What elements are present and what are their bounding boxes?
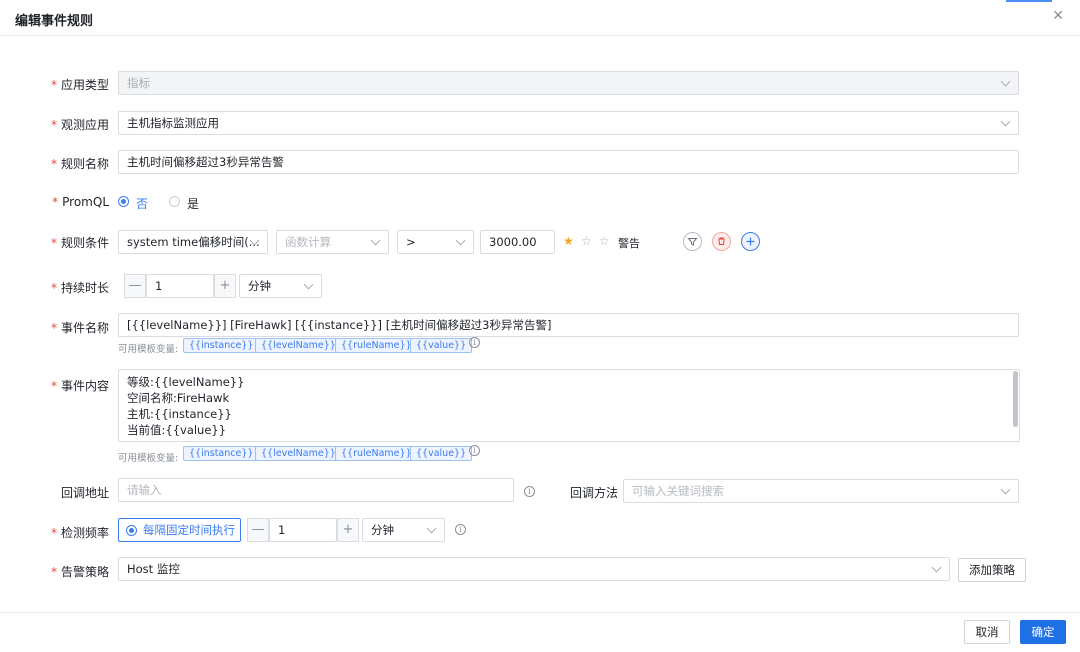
plus-circle-icon[interactable]	[741, 232, 760, 251]
edit-event-rule-dialog: 编辑事件规则 ✕ 应用类型 指标 观测应用 主机指标监测应用 规则名称 主机时间…	[0, 0, 1080, 652]
frequency-input[interactable]: 1	[269, 518, 337, 542]
cancel-button[interactable]: 取消	[964, 620, 1010, 644]
template-var-tag[interactable]: {{ruleName}}	[335, 446, 418, 461]
chevron-down-icon	[931, 562, 942, 573]
template-var-tag[interactable]: {{ruleName}}	[335, 338, 418, 353]
event-content-line: 主机:{{instance}}	[127, 407, 232, 421]
callback-url-label: 回调地址	[60, 486, 109, 500]
template-var-tag[interactable]: {{value}}	[410, 446, 473, 461]
operator-select[interactable]: >	[397, 230, 474, 254]
confirm-button[interactable]: 确定	[1020, 620, 1066, 644]
template-var-tag[interactable]: {{instance}}	[183, 446, 260, 461]
app-type-value: 指标	[127, 76, 150, 90]
promql-radio-no[interactable]	[118, 196, 129, 207]
callback-method-placeholder: 可输入关键词搜索	[632, 484, 724, 498]
frequency-unit-select[interactable]: 分钟	[362, 518, 445, 542]
template-var-tag[interactable]: {{levelName}}	[255, 446, 342, 461]
template-var-tag[interactable]: {{levelName}}	[255, 338, 342, 353]
template-var-tag[interactable]: {{value}}	[410, 338, 473, 353]
trash-icon[interactable]	[712, 232, 731, 251]
dialog-title: 编辑事件规则	[15, 14, 94, 29]
promql-option-yes[interactable]: 是	[187, 195, 199, 212]
callback-method-select[interactable]: 可输入关键词搜索	[623, 479, 1019, 503]
chevron-down-icon	[455, 235, 466, 246]
alert-policy-value: Host 监控	[127, 562, 180, 576]
star-filled-icon[interactable]: ★	[563, 235, 574, 247]
rule-name-input[interactable]: 主机时间偏移超过3秒异常告警	[118, 150, 1019, 174]
chevron-down-icon	[303, 279, 314, 290]
function-select[interactable]: 函数计算	[276, 230, 389, 254]
duration-value: 1	[155, 279, 163, 293]
promql-label: PromQL	[52, 195, 109, 209]
event-name-value: [{{levelName}}] [FireHawk] [{{instance}}…	[127, 318, 552, 332]
app-type-select: 指标	[118, 71, 1019, 95]
event-name-label: 事件名称	[51, 319, 109, 336]
threshold-input[interactable]: 3000.00	[480, 230, 555, 254]
chevron-down-icon	[1000, 76, 1011, 87]
info-icon[interactable]: i	[455, 524, 466, 535]
frequency-label: 检测频率	[51, 524, 109, 541]
event-content-label: 事件内容	[51, 377, 109, 394]
frequency-value: 1	[278, 523, 286, 537]
app-type-label: 应用类型	[51, 76, 109, 93]
chevron-down-icon	[370, 235, 381, 246]
add-policy-button[interactable]: 添加策略	[958, 558, 1026, 582]
alert-policy-select[interactable]: Host 监控	[118, 557, 950, 581]
close-icon[interactable]: ✕	[1052, 8, 1064, 24]
filter-icon[interactable]	[683, 232, 702, 251]
observe-app-select[interactable]: 主机指标监测应用	[118, 111, 1019, 135]
info-icon[interactable]: i	[524, 486, 535, 497]
duration-minus-button[interactable]: —	[124, 274, 146, 298]
observe-app-value: 主机指标监测应用	[127, 116, 219, 130]
info-icon[interactable]: i	[469, 445, 480, 456]
frequency-mode-option[interactable]: 每隔固定时间执行	[118, 518, 241, 542]
metric-select[interactable]: system time偏移时间(...	[118, 230, 268, 254]
duration-unit-select[interactable]: 分钟	[239, 274, 322, 298]
frequency-mode-radio	[126, 525, 137, 536]
event-name-input[interactable]: [{{levelName}}] [FireHawk] [{{instance}}…	[118, 313, 1019, 337]
operator-value: >	[406, 235, 416, 249]
frequency-minus-button[interactable]: —	[247, 518, 269, 542]
level-text: 警告	[618, 237, 640, 250]
alert-policy-label: 告警策略	[51, 563, 109, 580]
rule-name-label: 规则名称	[51, 155, 109, 172]
duration-unit: 分钟	[248, 279, 271, 293]
callback-method-label: 回调方法	[570, 486, 619, 500]
threshold-value: 3000.00	[489, 235, 537, 249]
event-content-line: 空间名称:FireHawk	[127, 391, 230, 405]
metric-value: system time偏移时间(...	[127, 235, 260, 249]
template-vars-hint: 可用模板变量:	[118, 344, 179, 355]
rule-name-value: 主机时间偏移超过3秒异常告警	[127, 155, 284, 169]
textarea-scrollbar[interactable]	[1013, 371, 1018, 427]
duration-input[interactable]: 1	[146, 274, 214, 298]
chevron-down-icon	[1000, 484, 1011, 495]
event-content-textarea[interactable]: 等级:{{levelName}} 空间名称:FireHawk 主机:{{inst…	[118, 369, 1020, 442]
star-empty-icon[interactable]: ☆	[581, 235, 592, 247]
observe-app-label: 观测应用	[51, 116, 109, 133]
footer-divider	[0, 612, 1080, 613]
duration-label: 持续时长	[51, 279, 109, 296]
frequency-unit: 分钟	[371, 523, 394, 537]
template-var-tag[interactable]: {{instance}}	[183, 338, 260, 353]
promql-option-no[interactable]: 否	[136, 195, 148, 212]
dialog-header: 编辑事件规则 ✕	[0, 0, 1080, 36]
promql-radio-yes[interactable]	[169, 196, 180, 207]
event-content-line: 等级:{{levelName}}	[127, 375, 245, 389]
callback-url-placeholder: 请输入	[127, 483, 162, 497]
template-vars-hint: 可用模板变量:	[118, 453, 179, 464]
duration-plus-button[interactable]: +	[214, 274, 236, 298]
frequency-plus-button[interactable]: +	[337, 518, 359, 542]
star-empty-icon[interactable]: ☆	[599, 235, 610, 247]
condition-label: 规则条件	[51, 234, 109, 251]
info-icon[interactable]: i	[469, 337, 480, 348]
frequency-mode-text: 每隔固定时间执行	[143, 523, 235, 537]
event-content-line: 当前值:{{value}}	[127, 423, 227, 437]
callback-url-input[interactable]: 请输入	[118, 478, 514, 502]
chevron-down-icon	[426, 523, 437, 534]
function-placeholder: 函数计算	[285, 235, 331, 249]
chevron-down-icon	[1000, 116, 1011, 127]
